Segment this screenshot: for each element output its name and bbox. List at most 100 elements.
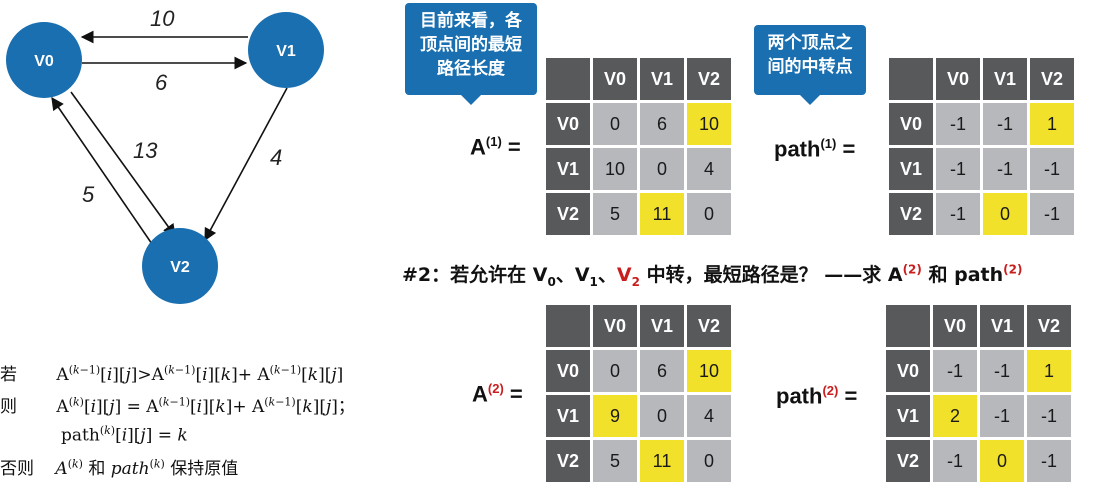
matrix-corner [886,305,930,347]
step2-sub0: 0 [547,274,556,289]
edge-v0-v2 [70,91,176,238]
a2-cell-1-0: 9 [593,395,637,437]
rule-cond-word: 若 [0,365,17,385]
step2-sub2: 2 [631,274,640,289]
callout-a-line1: 目前来看，各 [420,11,522,31]
rule-condition: 若 A(k−1)[i][j]>A(k−1)[i][k]+ A(k−1)[k][j… [0,363,344,385]
edge-v2-v0 [51,96,153,245]
matrix-corner [546,58,590,100]
step2-sep1: 、V [555,264,590,286]
step2-prefix: #2：若允许在 V [402,264,548,286]
label-path2: path(2) = [776,383,857,409]
label-a1-sup: (1) [485,134,502,149]
matrix-corner [889,58,933,100]
rule-else-tail: 保持原值 [170,459,239,479]
rule-path-update: path(k)[i][j] = k [61,424,188,446]
rule-then: 则 A(k)[i][j] = A(k−1)[i][k]+ A(k−1)[k][j… [0,395,355,417]
label-a2: A(2) = [472,381,523,407]
rule-else-and: 和 [88,459,106,479]
col-header-v2: V2 [687,58,731,100]
label-path2-sup: (2) [822,383,839,398]
row-header-v0: V0 [886,350,930,392]
a1-cell-1-2: 4 [687,148,731,190]
node-v0-label: V0 [34,53,54,70]
col-header-v0: V0 [593,58,637,100]
col-header-v0: V0 [936,58,980,100]
label-a1: A(1) = [470,134,521,160]
edge-weight-v2-v0: 5 [82,182,95,207]
node-v2-label: V2 [170,259,190,276]
a2-cell-2-2: 0 [687,440,731,482]
step2-heading: #2：若允许在 V0、V1、V2 中转，最短路径是？ ——求 A(2) 和 pa… [402,260,1022,289]
a1-cell-1-1: 0 [640,148,684,190]
step2-sup-p: (2) [1003,262,1023,277]
edge-weight-v0-v1: 6 [155,70,168,95]
row-header-v2: V2 [886,440,930,482]
label-path2-eq: = [844,383,858,409]
col-header-v0: V0 [593,305,637,347]
path2-cell-1-0: 2 [933,395,977,437]
row-header-v1: V1 [546,395,590,437]
callout-path-note: 两个顶点之 间的中转点 [754,25,866,105]
path1-cell-1-0: -1 [936,148,980,190]
node-v1-label: V1 [276,43,296,60]
matrix-corner [546,305,590,347]
path1-cell-0-1: -1 [983,103,1027,145]
step2-mid: 中转，最短路径是？ ——求 A [640,264,903,286]
row-header-v2: V2 [889,193,933,235]
path2-cell-2-0: -1 [933,440,977,482]
edge-weight-v1-v2: 4 [270,145,282,170]
a1-cell-0-1: 6 [640,103,684,145]
rule-else-word: 否则 [0,459,34,479]
label-path2-name: path [776,383,823,409]
path1-cell-0-2: 1 [1030,103,1074,145]
col-header-v2: V2 [1027,305,1071,347]
label-a2-eq: = [509,381,523,407]
col-header-v1: V1 [640,58,684,100]
callout-a-line2: 顶点间的最短 [420,35,522,55]
a2-cell-0-2: 10 [687,350,731,392]
label-a1-name: A [470,134,486,160]
path2-cell-1-2: -1 [1027,395,1071,437]
callout-a-pointer [461,95,481,105]
row-header-v0: V0 [546,350,590,392]
path2-cell-0-2: 1 [1027,350,1071,392]
step2-v2: V [616,264,632,286]
a1-cell-0-2: 10 [687,103,731,145]
a2-cell-0-0: 0 [593,350,637,392]
row-header-v1: V1 [886,395,930,437]
a2-cell-0-1: 6 [640,350,684,392]
a1-cell-0-0: 0 [593,103,637,145]
a2-cell-2-0: 5 [593,440,637,482]
label-path1-name: path [774,136,821,162]
rule-else: 否则 A(k) 和 path(k) 保持原值 [0,457,239,479]
matrix-path1: V0 V1 V2 V0 -1 -1 1 V1 -1 -1 -1 V2 -1 0 -1 [886,55,1077,238]
path1-cell-0-0: -1 [936,103,980,145]
path2-cell-0-0: -1 [933,350,977,392]
callout-path-pointer [800,95,820,105]
a2-cell-1-1: 0 [640,395,684,437]
col-header-v1: V1 [983,58,1027,100]
a1-cell-1-0: 10 [593,148,637,190]
row-header-v2: V2 [546,440,590,482]
path1-cell-2-1: 0 [983,193,1027,235]
path2-cell-1-1: -1 [980,395,1024,437]
a1-cell-2-2: 0 [687,193,731,235]
a2-cell-2-1: 11 [640,440,684,482]
matrix-path2: V0 V1 V2 V0 -1 -1 1 V1 2 -1 -1 V2 -1 0 -1 [883,302,1074,485]
row-header-v0: V0 [889,103,933,145]
rule-then-word: 则 [0,397,17,417]
col-header-v1: V1 [640,305,684,347]
a1-cell-2-1: 11 [640,193,684,235]
label-a2-sup: (2) [487,381,504,396]
col-header-v2: V2 [1030,58,1074,100]
step2-and: 和 path [921,264,1004,286]
row-header-v1: V1 [889,148,933,190]
path2-cell-0-1: -1 [980,350,1024,392]
col-header-v0: V0 [933,305,977,347]
label-path1-sup: (1) [820,136,837,151]
label-path1-eq: = [842,136,856,162]
step2-sub1: 1 [589,274,598,289]
edge-weight-v0-v2: 13 [133,138,158,163]
step2-sup-a: (2) [902,262,922,277]
